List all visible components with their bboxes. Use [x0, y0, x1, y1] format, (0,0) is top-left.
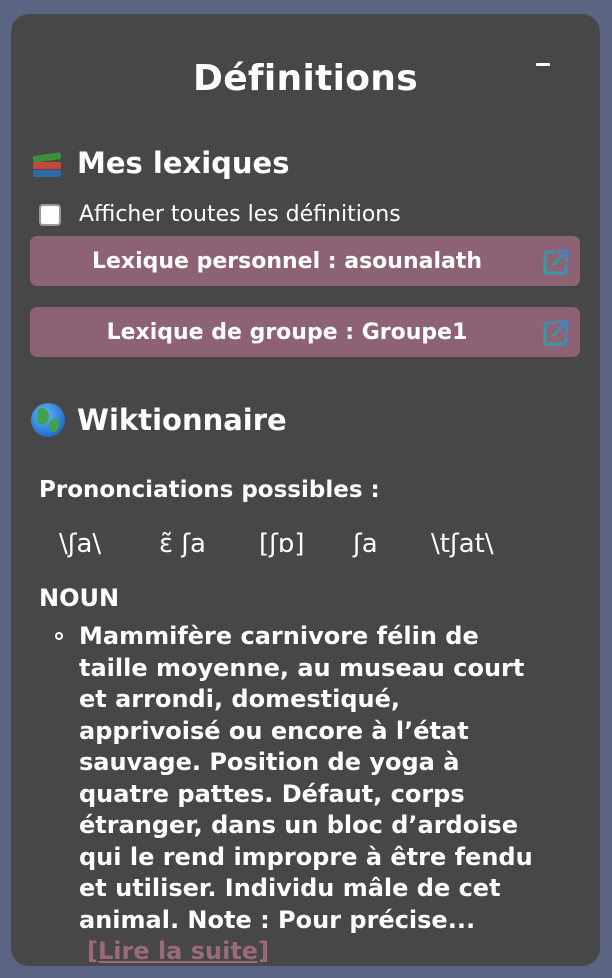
pronunciations-list: \ʃa\ ɛ̃ ʃa [ʃɒ] ʃa \tʃat\ [59, 529, 494, 559]
show-all-definitions-row[interactable]: Afficher toutes les définitions [39, 202, 401, 227]
panel-title: Définitions [193, 58, 418, 99]
books-icon [31, 146, 65, 180]
definition-item: Mammifère carnivore félin de taille moye… [55, 621, 540, 968]
pronunciation-item: \tʃat\ [431, 529, 494, 559]
lexicon-personal-label: Lexique personnel : asounalath [91, 248, 483, 274]
pronunciation-item: \ʃa\ [59, 529, 102, 559]
pronunciation-item: [ʃɒ] [259, 529, 305, 559]
show-all-definitions-checkbox[interactable] [39, 203, 61, 226]
open-external-icon[interactable] [541, 318, 571, 348]
globe-icon [31, 403, 65, 437]
lexicon-group-button[interactable]: Lexique de groupe : Groupe1 [30, 307, 580, 357]
read-more-link[interactable]: [Lire la suite] [87, 937, 269, 965]
lexicon-group-label: Lexique de groupe : Groupe1 [106, 319, 468, 345]
definition-text: Mammifère carnivore félin de taille moye… [79, 622, 533, 934]
wiktionary-heading: Wiktionnaire [31, 403, 287, 437]
pronunciations-label: Prononciations possibles : [39, 477, 380, 503]
collapse-button[interactable] [532, 52, 556, 76]
open-external-icon[interactable] [541, 247, 571, 277]
definitions-panel: Définitions Mes lexiques Afficher toutes… [11, 14, 600, 966]
bullet-icon [55, 632, 63, 640]
lexicons-heading-label: Mes lexiques [77, 146, 290, 180]
wiktionary-heading-label: Wiktionnaire [77, 403, 287, 437]
part-of-speech-label: NOUN [39, 584, 120, 612]
show-all-definitions-label[interactable]: Afficher toutes les définitions [79, 202, 401, 227]
pronunciation-item: ʃa [353, 529, 378, 559]
lexicon-personal-button[interactable]: Lexique personnel : asounalath [30, 236, 580, 286]
lexicons-heading: Mes lexiques [31, 146, 289, 180]
pronunciation-item: ɛ̃ ʃa [159, 529, 206, 559]
